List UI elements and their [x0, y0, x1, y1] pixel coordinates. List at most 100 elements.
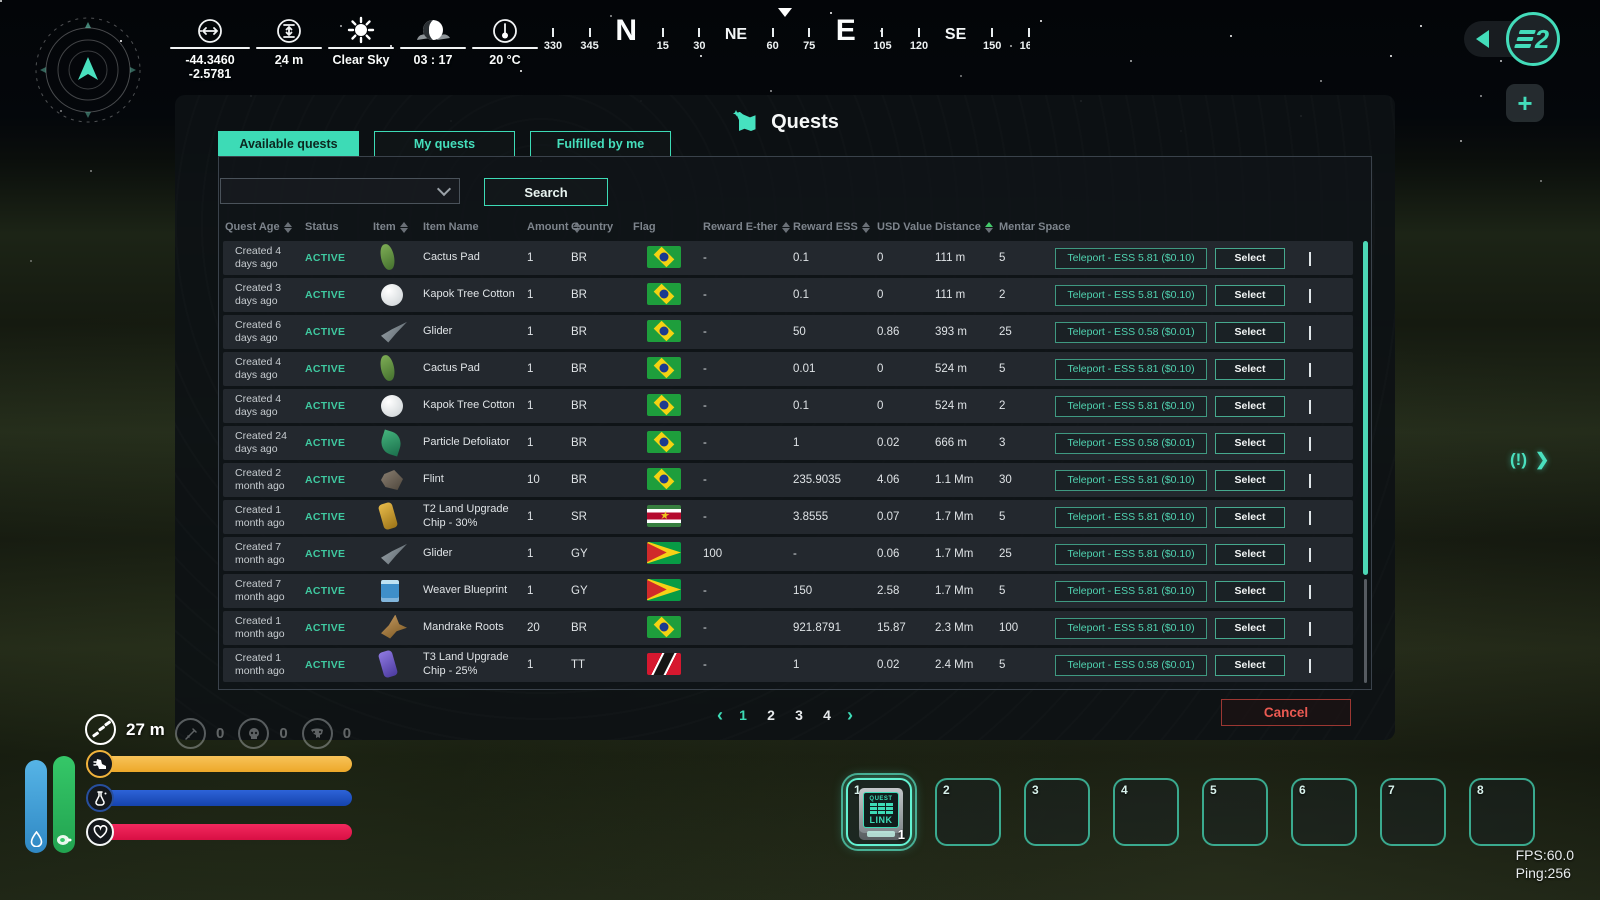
column-header: USD Value: [877, 221, 935, 233]
select-button[interactable]: Select: [1215, 618, 1285, 639]
quest-age: Created 1 month ago: [223, 652, 303, 677]
row-expand-chevron-icon[interactable]: [1309, 437, 1311, 451]
table-row[interactable]: Created 1 month ago ACTIVE T3 Land Upgra…: [223, 648, 1353, 682]
hotbar-slot-2[interactable]: 2: [935, 778, 1001, 846]
column-header[interactable]: Reward ESS: [793, 221, 877, 233]
row-expand-chevron-icon[interactable]: [1309, 585, 1311, 599]
select-button[interactable]: Select: [1215, 544, 1285, 565]
table-row[interactable]: Created 4 days ago ACTIVE Cactus Pad 1 B…: [223, 352, 1353, 386]
hotbar-slot-6[interactable]: 6: [1291, 778, 1357, 846]
teleport-button[interactable]: Teleport - ESS 5.81 ($0.10): [1055, 618, 1207, 639]
hotbar-slot-7[interactable]: 7: [1380, 778, 1446, 846]
sort-arrows-icon[interactable]: [985, 222, 993, 233]
row-expand-chevron-icon[interactable]: [1309, 474, 1311, 488]
row-expand-chevron-icon[interactable]: [1309, 326, 1311, 340]
select-button[interactable]: Select: [1215, 248, 1285, 269]
scrollbar-thumb[interactable]: [1363, 241, 1368, 575]
row-expand-chevron-icon[interactable]: [1309, 659, 1311, 673]
sort-arrows-icon[interactable]: [400, 222, 408, 233]
row-expand-chevron-icon[interactable]: [1309, 289, 1311, 303]
select-button[interactable]: Select: [1215, 581, 1285, 602]
table-row[interactable]: Created 6 days ago ACTIVE Glider 1 BR - …: [223, 315, 1353, 349]
page-prev-arrow[interactable]: ‹: [717, 706, 723, 724]
hotbar-slot-3[interactable]: 3: [1024, 778, 1090, 846]
sort-arrows-icon[interactable]: [284, 222, 292, 233]
e2-logo[interactable]: 2: [1506, 12, 1560, 66]
table-row[interactable]: Created 4 days ago ACTIVE Cactus Pad 1 B…: [223, 241, 1353, 275]
teleport-button[interactable]: Teleport - ESS 0.58 ($0.01): [1055, 433, 1207, 454]
hotbar-slot-5[interactable]: 5: [1202, 778, 1268, 846]
hotbar-slot-8[interactable]: 8: [1469, 778, 1535, 846]
row-expand-chevron-icon[interactable]: [1309, 252, 1311, 266]
add-button[interactable]: +: [1506, 84, 1544, 122]
column-header[interactable]: Reward E-ther: [703, 221, 793, 233]
page-next-arrow[interactable]: ›: [847, 706, 853, 724]
column-header[interactable]: Quest Age: [225, 221, 305, 233]
page-number-3[interactable]: 3: [791, 707, 807, 723]
select-button[interactable]: Select: [1215, 322, 1285, 343]
tab-available-quests[interactable]: Available quests: [218, 131, 359, 157]
teleport-button[interactable]: Teleport - ESS 5.81 ($0.10): [1055, 544, 1207, 565]
quest-age: Created 1 month ago: [223, 615, 303, 640]
select-button[interactable]: Select: [1215, 470, 1285, 491]
hotbar: 1QUESTLINK1 2345 6 78: [846, 778, 1535, 846]
time-widget: 03 : 17: [400, 14, 466, 82]
teleport-button[interactable]: Teleport - ESS 5.81 ($0.10): [1055, 248, 1207, 269]
teleport-button[interactable]: Teleport - ESS 5.81 ($0.10): [1055, 396, 1207, 417]
e2-logo-number: 2: [1533, 26, 1551, 52]
select-button[interactable]: Select: [1215, 396, 1285, 417]
column-header[interactable]: Item: [373, 221, 423, 233]
select-button[interactable]: Select: [1215, 285, 1285, 306]
table-row[interactable]: Created 2 month ago ACTIVE Flint 10 BR -…: [223, 463, 1353, 497]
mentar-space-value: 5: [997, 659, 1053, 671]
slot-number: 6: [1299, 783, 1306, 797]
sort-arrows-icon[interactable]: [782, 222, 790, 233]
hotbar-slot-1[interactable]: 1QUESTLINK1: [846, 778, 912, 846]
hotbar-slot-4[interactable]: 4: [1113, 778, 1179, 846]
teleport-button[interactable]: Teleport - ESS 0.58 ($0.01): [1055, 655, 1207, 676]
cancel-button[interactable]: Cancel: [1221, 699, 1351, 726]
mentar-space-value: 5: [997, 511, 1053, 523]
quest-status: ACTIVE: [303, 474, 371, 486]
column-header[interactable]: Distance: [935, 221, 999, 233]
tab-my-quests[interactable]: My quests: [374, 131, 515, 157]
table-row[interactable]: Created 7 month ago ACTIVE Weaver Bluepr…: [223, 574, 1353, 608]
search-button[interactable]: Search: [484, 178, 608, 206]
quest-age: Created 6 days ago: [223, 319, 303, 344]
side-alert[interactable]: (!) ❯: [1510, 450, 1549, 470]
table-row[interactable]: Created 3 days ago ACTIVE Kapok Tree Cot…: [223, 278, 1353, 312]
page-number-2[interactable]: 2: [763, 707, 779, 723]
filter-dropdown[interactable]: [220, 178, 460, 204]
table-scrollbar[interactable]: [1363, 241, 1368, 683]
select-button[interactable]: Select: [1215, 655, 1285, 676]
column-header[interactable]: Amount: [527, 221, 571, 233]
heading-marker-icon: [778, 8, 792, 17]
teleport-button[interactable]: Teleport - ESS 5.81 ($0.10): [1055, 470, 1207, 491]
select-button[interactable]: Select: [1215, 359, 1285, 380]
compass-tick-165: 165: [1011, 28, 1030, 52]
reward-ether-value: -: [701, 474, 791, 486]
teleport-button[interactable]: Teleport - ESS 5.81 ($0.10): [1055, 285, 1207, 306]
row-expand-chevron-icon[interactable]: [1309, 363, 1311, 377]
table-row[interactable]: Created 4 days ago ACTIVE Kapok Tree Cot…: [223, 389, 1353, 423]
page-number-1[interactable]: 1: [735, 707, 751, 723]
teleport-button[interactable]: Teleport - ESS 5.81 ($0.10): [1055, 581, 1207, 602]
teleport-button[interactable]: Teleport - ESS 5.81 ($0.10): [1055, 507, 1207, 528]
page-number-4[interactable]: 4: [819, 707, 835, 723]
reward-ess-value: 0.01: [791, 363, 875, 375]
mentar-space-value: 100: [997, 622, 1053, 634]
teleport-button[interactable]: Teleport - ESS 5.81 ($0.10): [1055, 359, 1207, 380]
table-row[interactable]: Created 1 month ago ACTIVE Mandrake Root…: [223, 611, 1353, 645]
select-button[interactable]: Select: [1215, 507, 1285, 528]
row-expand-chevron-icon[interactable]: [1309, 511, 1311, 525]
row-expand-chevron-icon[interactable]: [1309, 548, 1311, 562]
row-expand-chevron-icon[interactable]: [1309, 400, 1311, 414]
table-row[interactable]: Created 7 month ago ACTIVE Glider 1 GY 1…: [223, 537, 1353, 571]
table-row[interactable]: Created 24 days ago ACTIVE Particle Defo…: [223, 426, 1353, 460]
teleport-button[interactable]: Teleport - ESS 0.58 ($0.01): [1055, 322, 1207, 343]
tab-fulfilled-by-me[interactable]: Fulfilled by me: [530, 131, 671, 157]
row-expand-chevron-icon[interactable]: [1309, 622, 1311, 636]
sort-arrows-icon[interactable]: [862, 222, 870, 233]
select-button[interactable]: Select: [1215, 433, 1285, 454]
table-row[interactable]: Created 1 month ago ACTIVE T2 Land Upgra…: [223, 500, 1353, 534]
